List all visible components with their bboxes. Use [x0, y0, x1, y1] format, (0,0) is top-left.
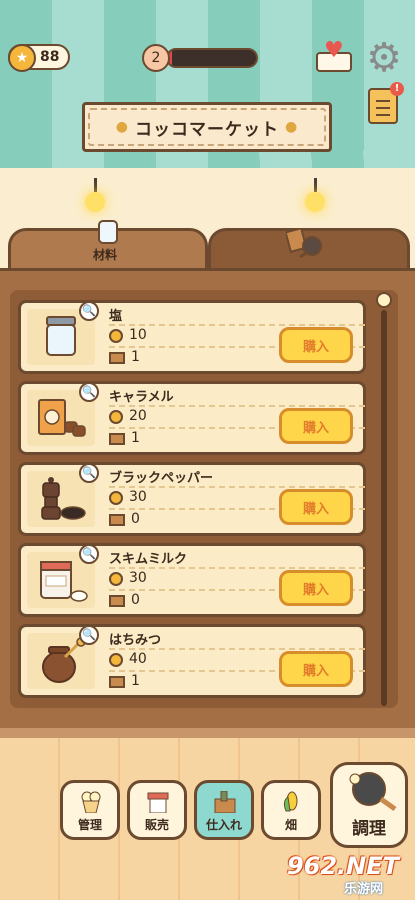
site-watermark: 962.NET 乐游网 [276, 852, 410, 897]
item-price: 20 [129, 408, 147, 424]
recipe-book-button[interactable]: ♥ [316, 38, 352, 74]
star-coin-icon: ★ [8, 44, 36, 72]
sign-title: コッコマーケット [135, 119, 279, 140]
coin-counter: ★ 88 [8, 44, 70, 72]
lamp-right [304, 178, 326, 214]
popcorn-icon [81, 791, 101, 813]
item-price: 40 [129, 651, 147, 667]
nav-field-button[interactable]: 畑 [261, 780, 321, 840]
coin-icon [109, 572, 123, 586]
buy-button[interactable]: 購入 [279, 408, 353, 444]
item-owned: 1 [131, 430, 140, 446]
caramel-box-icon [38, 399, 86, 437]
frying-pan-icon [349, 772, 397, 811]
watermark-brand: 962.NET [286, 852, 400, 880]
alert-badge-icon: ! [390, 82, 404, 96]
magnifier-icon[interactable]: 🔍 [79, 301, 99, 321]
magnifier-icon[interactable]: 🔍 [79, 463, 99, 483]
scrollbar[interactable] [381, 310, 387, 706]
item-owned: 0 [131, 592, 140, 608]
pepper-mill-icon [41, 477, 86, 520]
honey-pot-icon [42, 637, 86, 683]
stock-box-icon [109, 433, 125, 445]
nav-label: 畑 [284, 818, 297, 832]
salt-jar-icon [46, 316, 76, 356]
item-name: ブラックペッパー [109, 471, 214, 486]
heart-icon: ♥ [324, 38, 344, 63]
buy-button[interactable]: 購入 [279, 327, 353, 363]
item-name: スキムミルク [109, 552, 188, 567]
scroll-thumb[interactable] [376, 292, 392, 308]
coin-icon [109, 410, 123, 424]
buy-button[interactable]: 購入 [279, 651, 353, 687]
item-name: 塩 [109, 309, 123, 324]
item-card-salt: 🔍 塩 10 1 購入 [18, 300, 366, 374]
crate-icon [214, 791, 236, 813]
item-card-caramel: 🔍 キャラメル 20 1 購入 [18, 381, 366, 455]
board-and-pan-icon [286, 228, 322, 258]
item-owned: 1 [131, 673, 140, 689]
level-number: 2 [142, 44, 170, 72]
item-card-black-pepper: 🔍 ブラックペッパー 30 0 購入 [18, 462, 366, 536]
item-owned: 0 [131, 511, 140, 527]
nav-cook-button[interactable]: 調理 [330, 762, 408, 848]
floor-edge [0, 728, 415, 738]
settings-gear-icon[interactable]: ⚙ [364, 38, 404, 78]
magnifier-icon[interactable]: 🔍 [79, 625, 99, 645]
item-card-honey: 🔍 はちみつ 40 1 購入 [18, 624, 366, 698]
chick-icon: ● [115, 119, 129, 135]
nav-label: 販売 [144, 818, 169, 832]
tab-materials-label: 材料 [93, 248, 118, 262]
corn-icon [283, 791, 298, 812]
coin-icon [109, 491, 123, 505]
market-sign: ● コッコマーケット ● [82, 102, 332, 152]
buy-button[interactable]: 購入 [279, 489, 353, 525]
nav-label: 仕入れ [205, 818, 242, 832]
coin-value: 88 [40, 49, 60, 65]
level-indicator: 2 [142, 44, 258, 72]
coin-icon [109, 329, 123, 343]
shop-icon [147, 792, 169, 813]
item-card-skim-milk: 🔍 スキムミルク 30 0 購入 [18, 543, 366, 617]
nav-sell-button[interactable]: 販売 [127, 780, 187, 840]
lamp-left [84, 178, 106, 214]
item-price: 30 [129, 489, 147, 505]
item-owned: 1 [131, 349, 140, 365]
milk-can-icon [40, 561, 88, 602]
stock-box-icon [109, 676, 125, 688]
stock-box-icon [109, 352, 125, 364]
nav-manage-button[interactable]: 管理 [60, 780, 120, 840]
buy-button[interactable]: 購入 [279, 570, 353, 606]
magnifier-icon[interactable]: 🔍 [79, 382, 99, 402]
task-memo-button[interactable]: ! [368, 82, 404, 124]
coin-icon [109, 653, 123, 667]
stock-box-icon [109, 595, 125, 607]
level-progress-bar [166, 48, 258, 68]
item-name: はちみつ [109, 633, 162, 648]
nav-stock-button[interactable]: 仕入れ [194, 780, 254, 840]
item-name: キャラメル [109, 390, 174, 405]
chick-icon: ● [285, 119, 299, 135]
nav-label: 管理 [77, 818, 102, 832]
item-price: 30 [129, 570, 147, 586]
watermark-sub: 乐游网 [344, 882, 384, 897]
nav-label: 調理 [352, 819, 386, 839]
milk-bottle-icon [98, 220, 118, 244]
magnifier-icon[interactable]: 🔍 [79, 544, 99, 564]
item-price: 10 [129, 327, 147, 343]
stock-box-icon [109, 514, 125, 526]
